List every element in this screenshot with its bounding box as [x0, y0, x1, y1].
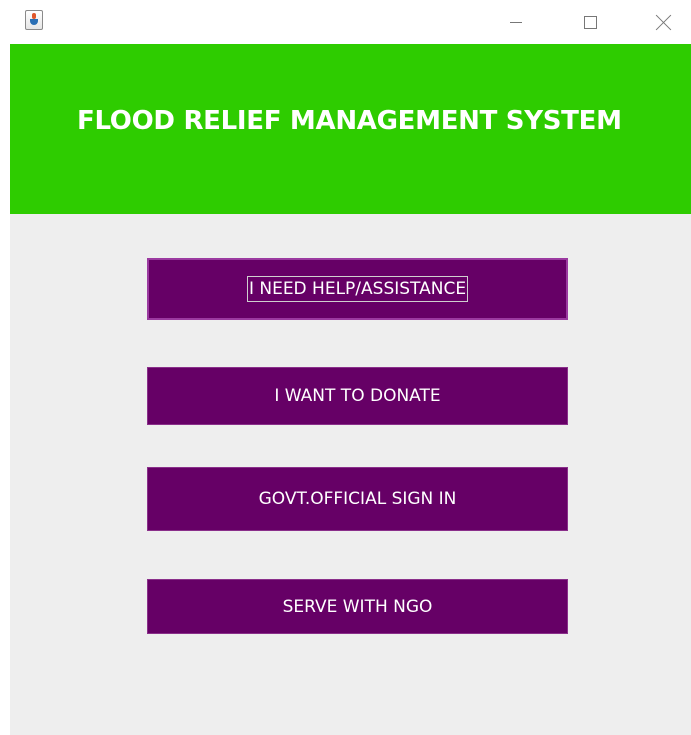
maximize-button[interactable] [567, 0, 613, 44]
close-button[interactable] [641, 0, 687, 44]
need-help-button[interactable]: I NEED HELP/ASSISTANCE [147, 258, 568, 320]
need-help-label: I NEED HELP/ASSISTANCE [246, 276, 469, 302]
page-title: FLOOD RELIEF MANAGEMENT SYSTEM [77, 106, 622, 136]
close-icon [656, 14, 672, 30]
cup-shape [30, 19, 38, 25]
donate-button[interactable]: I WANT TO DONATE [147, 367, 568, 425]
serve-with-ngo-label: SERVE WITH NGO [282, 596, 433, 617]
serve-with-ngo-button[interactable]: SERVE WITH NGO [147, 579, 568, 634]
donate-label: I WANT TO DONATE [274, 386, 441, 406]
maximize-icon [583, 15, 597, 29]
minimize-button[interactable] [493, 0, 539, 44]
title-bar[interactable] [0, 0, 691, 44]
java-cup-icon[interactable] [25, 10, 43, 30]
header-banner: FLOOD RELIEF MANAGEMENT SYSTEM [10, 44, 691, 214]
app-window: FLOOD RELIEF MANAGEMENT SYSTEM I NEED HE… [0, 0, 691, 735]
govt-official-sign-in-button[interactable]: GOVT.OFFICIAL SIGN IN [147, 467, 568, 531]
govt-official-sign-in-label: GOVT.OFFICIAL SIGN IN [258, 489, 457, 509]
main-panel: FLOOD RELIEF MANAGEMENT SYSTEM I NEED HE… [10, 44, 691, 735]
minimize-icon [510, 21, 522, 23]
